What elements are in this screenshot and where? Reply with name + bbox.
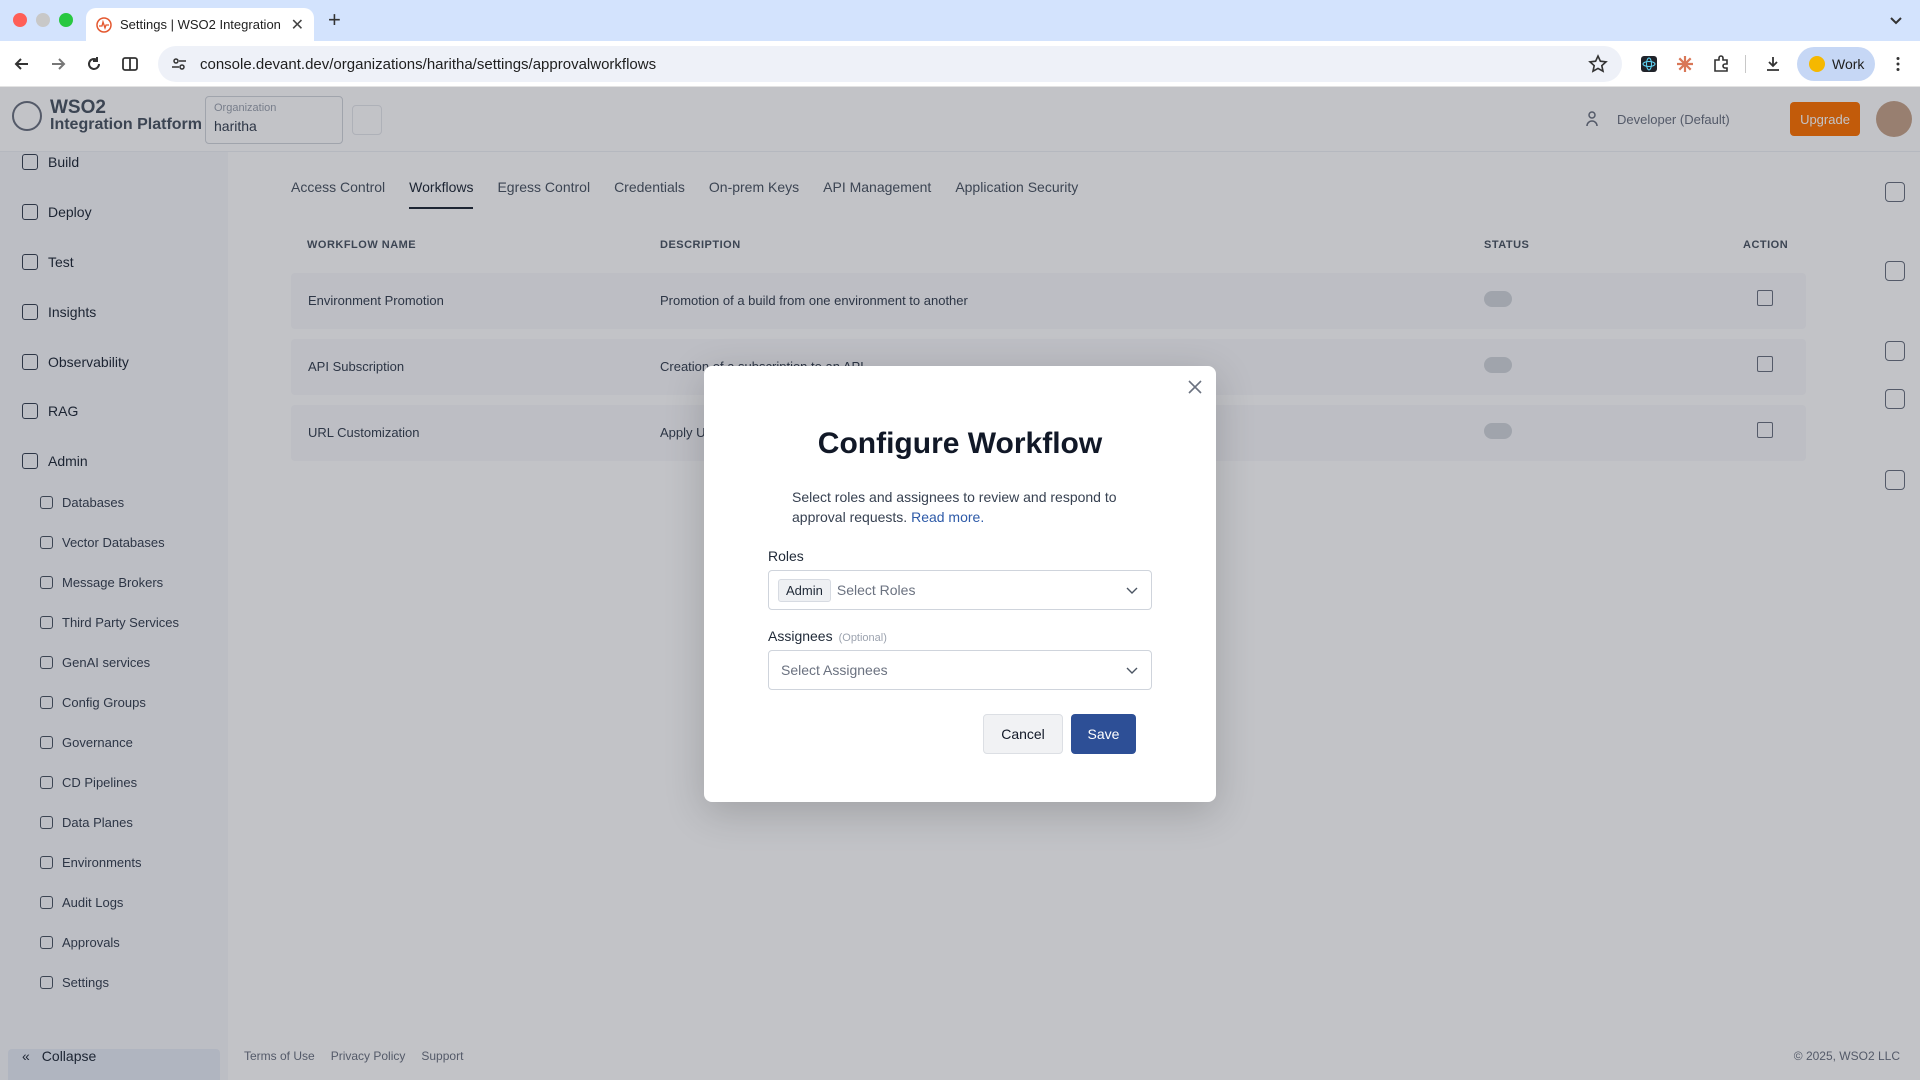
close-icon[interactable] [1186, 378, 1204, 396]
chevron-down-icon[interactable] [1125, 663, 1139, 677]
reload-button[interactable] [83, 53, 105, 75]
close-window-button[interactable] [13, 13, 27, 27]
tab-close-icon[interactable]: ✕ [291, 15, 304, 35]
new-tab-button[interactable]: + [328, 8, 341, 32]
reload-icon [88, 57, 100, 70]
browser-tab[interactable]: Settings | WSO2 Integration P ✕ [86, 8, 314, 41]
toolbar-divider [1745, 55, 1746, 73]
maximize-window-button[interactable] [59, 13, 73, 27]
dialog-title: Configure Workflow [817, 427, 1103, 460]
roles-placeholder: Select Roles [836, 582, 916, 598]
assignees-label: Assignees (Optional) [768, 628, 887, 644]
assignees-label-text: Assignees [768, 628, 833, 644]
chevron-down-icon[interactable] [1125, 583, 1139, 597]
claude-extension-icon[interactable] [1674, 53, 1696, 75]
forward-arrow-icon [52, 58, 66, 70]
role-chip-admin[interactable]: Admin [778, 578, 831, 602]
optional-hint: (Optional) [838, 632, 887, 644]
minimize-window-button[interactable] [36, 13, 50, 27]
assignees-select[interactable]: Select Assignees [768, 650, 1152, 690]
split-view-icon [122, 57, 138, 71]
wso2-favicon-icon [96, 16, 112, 33]
bookmark-star-icon[interactable] [1588, 54, 1608, 74]
roles-label: Roles [768, 548, 804, 564]
tab-title: Settings | WSO2 Integration P [120, 17, 285, 32]
save-button[interactable]: Save [1071, 714, 1136, 754]
browser-toolbar: console.devant.dev/organizations/haritha… [0, 41, 1920, 87]
forward-button[interactable] [47, 53, 69, 75]
downloads-icon[interactable] [1762, 53, 1784, 75]
address-bar[interactable]: console.devant.dev/organizations/haritha… [158, 46, 1622, 82]
tab-search-chevron-icon[interactable] [1886, 10, 1906, 30]
configure-workflow-dialog: Configure Workflow Select roles and assi… [704, 366, 1216, 802]
profile-avatar-icon [1809, 56, 1825, 72]
react-devtools-extension-icon[interactable] [1638, 53, 1660, 75]
profile-button[interactable]: Work [1797, 47, 1875, 81]
profile-label: Work [1832, 56, 1865, 72]
cancel-button[interactable]: Cancel [983, 714, 1063, 754]
site-info-icon[interactable] [170, 55, 188, 73]
back-arrow-icon [14, 58, 28, 70]
extensions-puzzle-icon[interactable] [1710, 53, 1732, 75]
browser-tab-bar: Settings | WSO2 Integration P ✕ + [0, 0, 1920, 41]
read-more-link[interactable]: Read more. [911, 509, 984, 525]
assignees-placeholder: Select Assignees [781, 662, 888, 678]
dialog-description: Select roles and assignees to review and… [792, 487, 1142, 527]
split-view-button[interactable] [119, 53, 141, 75]
roles-select[interactable]: Admin Select Roles [768, 570, 1152, 610]
back-button[interactable] [11, 53, 33, 75]
url-text: console.devant.dev/organizations/haritha… [200, 55, 657, 73]
browser-menu-icon[interactable] [1887, 53, 1909, 75]
